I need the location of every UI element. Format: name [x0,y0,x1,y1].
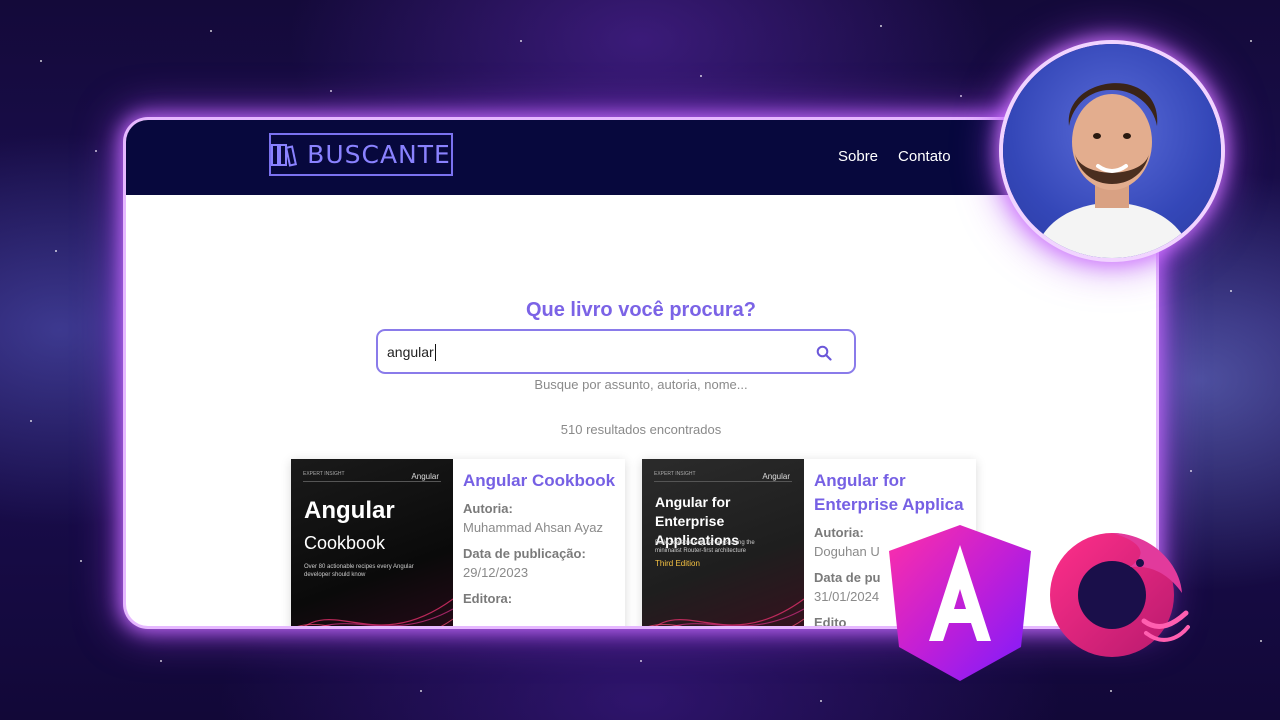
date-value: 29/12/2023 [463,565,529,580]
book-info: Angular Cookbook Autoria: Muhammad Ahsan… [463,469,625,608]
presenter-avatar [1003,44,1221,258]
nav-links: Sobre Contato [838,148,951,165]
search-hint: Busque por assunto, autoria, nome... [534,377,748,392]
logo-text: BUSCANTE [307,140,451,169]
cover-blurb: Build scalable Angular apps using the mi… [655,540,755,554]
cover-brand: Angular [762,472,790,481]
date-label: Data de publicação: [463,546,586,561]
cover-subtitle: Cookbook [304,533,386,553]
book-card[interactable]: EXPERT INSIGHT Angular Angular Cookbook … [291,459,625,626]
page-title: Que livro você procura? [525,299,757,321]
author-label: Autoria: [463,501,513,516]
book-title[interactable]: Angular Cookbook [463,469,625,493]
publisher-label: Editora: [463,591,513,606]
book-cover: EXPERT INSIGHT Angular Angular for Enter… [642,459,804,626]
cover-series-label: EXPERT INSIGHT [654,471,696,477]
navbar: BUSCANTE Sobre Contato [126,120,1156,195]
nav-link-sobre[interactable]: Sobre [838,148,878,165]
cover-wave-art [648,598,804,626]
nav-link-contato[interactable]: Contato [898,148,951,165]
search-icon[interactable] [816,345,832,361]
results-count: 510 resultados encontrados [560,422,722,437]
cover-wave-art [297,598,453,626]
rxjs-logo-icon [1050,533,1190,657]
cover-edition: Third Edition [655,559,700,568]
book-cover: EXPERT INSIGHT Angular Angular Cookbook … [291,459,453,626]
logo[interactable]: BUSCANTE [269,133,453,176]
author-value: Muhammad Ahsan Ayaz [463,520,603,535]
cover-series-label: EXPERT INSIGHT [303,471,345,477]
angular-logo-icon [889,525,1031,681]
cover-title: Angular [304,497,395,524]
cover-brand: Angular [411,472,439,481]
search-input-value: angular [387,344,436,361]
books-icon [271,143,298,167]
search-input[interactable]: angular [376,329,856,374]
person-silhouette [1033,83,1193,258]
book-title[interactable]: Angular for Enterprise Applica [814,469,976,517]
